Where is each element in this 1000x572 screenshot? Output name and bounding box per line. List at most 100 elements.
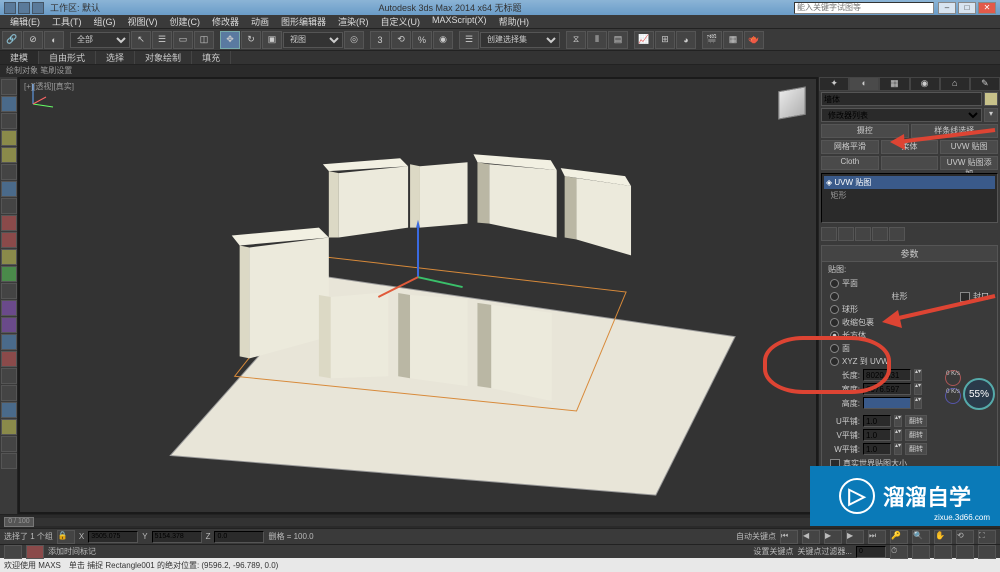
radio-shrinkwrap[interactable]: 收缩包裹 <box>822 316 997 329</box>
lt-13-icon[interactable] <box>1 283 17 299</box>
utile-spin-icon[interactable]: ▴▾ <box>894 415 902 427</box>
lt-1-icon[interactable] <box>1 79 17 95</box>
lt-19-icon[interactable] <box>1 385 17 401</box>
select-icon[interactable]: ↖ <box>131 31 151 49</box>
radio-box[interactable]: 长方体 <box>822 329 997 342</box>
rollup-header-params[interactable]: 参数 <box>822 246 997 262</box>
selectname-icon[interactable]: ☰ <box>152 31 172 49</box>
addtime-button[interactable] <box>26 545 44 559</box>
curveeditor-icon[interactable]: 📈 <box>634 31 654 49</box>
stack-item-rect[interactable]: 矩形 <box>824 189 995 202</box>
object-name-input[interactable] <box>821 92 982 106</box>
tab-objectpaint[interactable]: 对象绘制 <box>135 51 192 64</box>
menu-animation[interactable]: 动画 <box>245 15 275 28</box>
radio-planar[interactable]: 平面 <box>822 277 997 290</box>
link-icon[interactable]: 🔗 <box>2 31 22 49</box>
viewcube[interactable] <box>772 83 812 123</box>
lt-11-icon[interactable] <box>1 249 17 265</box>
lt-2-icon[interactable] <box>1 96 17 112</box>
wtile-spin-icon[interactable]: ▴▾ <box>894 443 902 455</box>
app-icon[interactable] <box>4 2 16 14</box>
lt-16-icon[interactable] <box>1 334 17 350</box>
coord-y-input[interactable] <box>152 531 202 543</box>
orbit-icon[interactable]: ⟲ <box>956 530 974 544</box>
keyfilter-button[interactable]: 关键点过滤器... <box>797 546 852 557</box>
viewport-perspective[interactable]: [+][透视][真实] <box>18 77 818 514</box>
length-spin-icon[interactable]: ▴▾ <box>914 369 922 381</box>
layers-icon[interactable]: ▤ <box>608 31 628 49</box>
render-icon[interactable]: 🫖 <box>744 31 764 49</box>
play-icon[interactable]: ▶ <box>824 530 842 544</box>
stack-item-uvw[interactable]: ◈ UVW 贴图 <box>824 176 995 189</box>
pin-stack-icon[interactable] <box>821 227 837 241</box>
refcoord-dropdown[interactable]: 视图 <box>283 32 343 48</box>
tab-modeling[interactable]: 建模 <box>0 51 39 64</box>
help-search-input[interactable] <box>794 2 934 14</box>
lt-15-icon[interactable] <box>1 317 17 333</box>
menu-maxscript[interactable]: MAXScript(X) <box>426 15 493 28</box>
selection-filter[interactable]: 全部 <box>70 32 130 48</box>
anglesnap-icon[interactable]: ⟲ <box>391 31 411 49</box>
lt-20-icon[interactable] <box>1 402 17 418</box>
lt-7-icon[interactable] <box>1 181 17 197</box>
radio-face[interactable]: 面 <box>822 342 997 355</box>
keymode-icon[interactable]: 🔑 <box>890 530 908 544</box>
configure-icon[interactable] <box>889 227 905 241</box>
zoom-icon[interactable]: 🔍 <box>912 530 930 544</box>
tab-selection[interactable]: 选择 <box>96 51 135 64</box>
rotate-icon[interactable]: ↻ <box>241 31 261 49</box>
menu-help[interactable]: 帮助(H) <box>493 15 536 28</box>
autokey-button[interactable]: 自动关键点 <box>736 531 776 543</box>
setkey-button[interactable]: 设置关键点 <box>753 546 793 557</box>
close-button[interactable]: ✕ <box>978 2 996 14</box>
nav1-icon[interactable] <box>912 545 930 559</box>
gotostart-icon[interactable]: ⏮ <box>780 530 798 544</box>
btn-blank[interactable] <box>881 156 939 170</box>
tab-create-icon[interactable]: ✦ <box>819 77 849 91</box>
addtime-label[interactable]: 添加时间标记 <box>48 546 96 557</box>
btn-meshsmooth[interactable]: 网格平滑 <box>821 140 879 154</box>
menu-view[interactable]: 视图(V) <box>122 15 164 28</box>
lt-6-icon[interactable] <box>1 164 17 180</box>
unlink-icon[interactable]: ⊘ <box>23 31 43 49</box>
minimize-button[interactable]: – <box>938 2 956 14</box>
wflip-button[interactable]: 翻转 <box>905 443 927 455</box>
pctsnap-icon[interactable]: % <box>412 31 432 49</box>
length-input[interactable] <box>863 369 911 381</box>
timeconfig-icon[interactable]: ⏱ <box>890 545 908 559</box>
pivot-icon[interactable]: ◎ <box>344 31 364 49</box>
btn-cloth[interactable]: Cloth <box>821 156 879 170</box>
remove-mod-icon[interactable] <box>872 227 888 241</box>
height-spin-icon[interactable]: ▴▾ <box>914 397 922 409</box>
btn-splinesel[interactable]: 样条线选择 <box>911 124 999 138</box>
menu-create[interactable]: 创建(C) <box>164 15 207 28</box>
wtile-input[interactable] <box>863 443 891 455</box>
lt-17-icon[interactable] <box>1 351 17 367</box>
configure-sets-icon[interactable]: ▾ <box>984 108 998 122</box>
schematic-icon[interactable]: ⊞ <box>655 31 675 49</box>
lt-4-icon[interactable] <box>1 130 17 146</box>
menu-group[interactable]: 组(G) <box>88 15 122 28</box>
utile-input[interactable] <box>863 415 891 427</box>
radio-cylindrical[interactable]: 柱形封口 <box>822 290 997 303</box>
tab-populate[interactable]: 填充 <box>192 51 231 64</box>
window-icon[interactable]: ◫ <box>194 31 214 49</box>
maximize-vp-icon[interactable]: ⛶ <box>978 530 996 544</box>
rectselect-icon[interactable]: ▭ <box>173 31 193 49</box>
object-color-swatch[interactable] <box>984 92 998 106</box>
mirror-icon[interactable]: ⧖ <box>566 31 586 49</box>
btn-uvwmap[interactable]: UVW 贴图 <box>940 140 998 154</box>
align-icon[interactable]: ⫴ <box>587 31 607 49</box>
vtile-input[interactable] <box>863 429 891 441</box>
namedsel-icon[interactable]: ☰ <box>459 31 479 49</box>
tab-motion-icon[interactable]: ◉ <box>910 77 940 91</box>
unique-icon[interactable] <box>855 227 871 241</box>
lt-21-icon[interactable] <box>1 419 17 435</box>
nav3-icon[interactable] <box>956 545 974 559</box>
lt-9-icon[interactable] <box>1 215 17 231</box>
lt-8-icon[interactable] <box>1 198 17 214</box>
nav2-icon[interactable] <box>934 545 952 559</box>
material-icon[interactable]: ◕ <box>676 31 696 49</box>
rendersetup-icon[interactable]: 🎬 <box>702 31 722 49</box>
tab-modify-icon[interactable]: ◐ <box>849 77 879 91</box>
